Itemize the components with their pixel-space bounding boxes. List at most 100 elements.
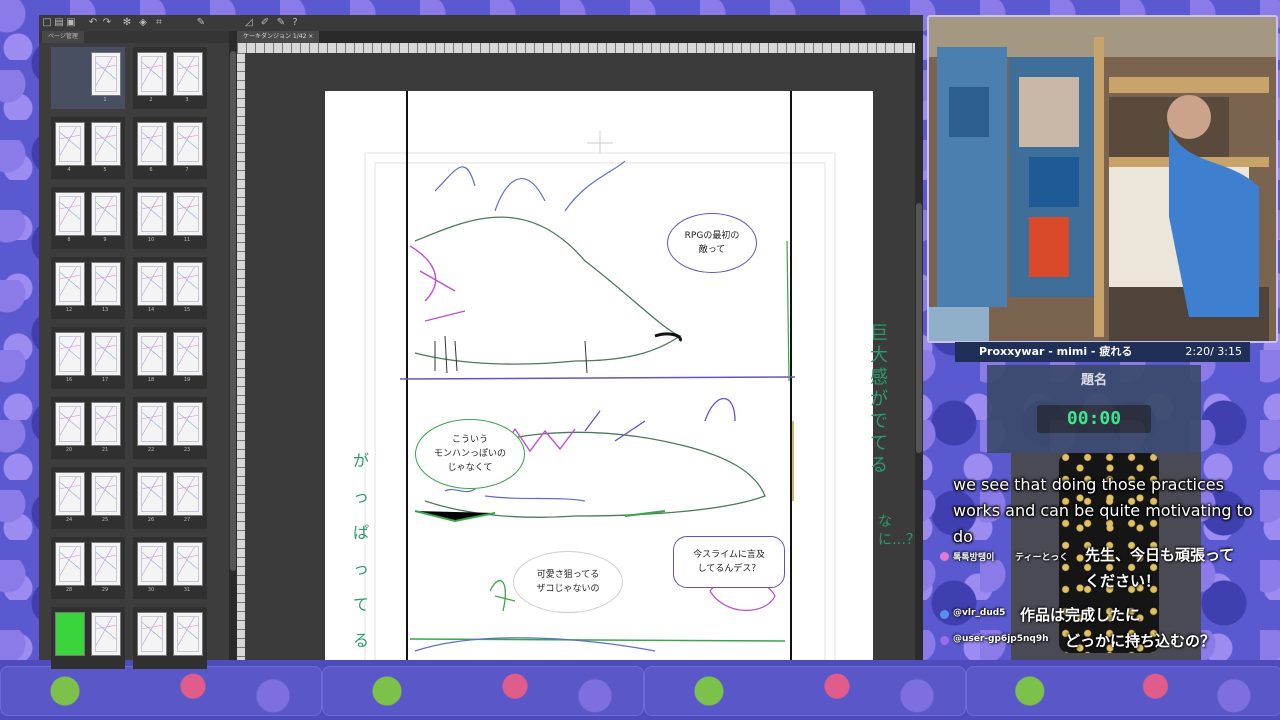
page-spread-thumbnail[interactable] (51, 607, 125, 669)
page-spread-thumbnail[interactable]: 16 17 (51, 327, 125, 389)
document-tab[interactable]: ケーキダンジョン 1/42 × (237, 31, 320, 43)
page-thumbnail[interactable] (137, 192, 167, 236)
page-spread-thumbnail[interactable] (133, 607, 207, 669)
page-thumbnail[interactable] (55, 332, 85, 376)
page-thumbnail[interactable] (173, 612, 203, 656)
brush-icon[interactable]: ✐ (259, 17, 271, 29)
panel-scrollbar[interactable] (229, 31, 237, 660)
margin-note: なに…？ (878, 514, 915, 548)
page-number: 6 (149, 167, 153, 173)
page-thumbnail[interactable] (137, 472, 167, 516)
page-thumbnail[interactable] (91, 542, 121, 586)
page-thumbnail[interactable] (55, 192, 85, 236)
redo-icon[interactable]: ↷ (101, 17, 113, 29)
decor-banner (0, 666, 322, 716)
page-spread-thumbnail[interactable]: 12 13 (51, 257, 125, 319)
page-spread-thumbnail[interactable]: 22 23 (133, 397, 207, 459)
scrollbar-thumb[interactable] (916, 203, 922, 453)
panel-tab[interactable]: ページ管理 (39, 31, 229, 43)
page-spread-thumbnail[interactable]: 30 31 (133, 537, 207, 599)
new-file-icon[interactable]: □ (41, 17, 53, 29)
save-icon[interactable]: ▣ (65, 17, 77, 29)
drawing-app-window: □ ▤ ▣ ↶ ↷ ✻ ◈ ⌗ ✎ ◿ ✐ ✎ ? ページ管理 12345678… (39, 15, 923, 669)
page-thumbnail[interactable] (137, 612, 167, 656)
page-spread-thumbnail[interactable]: 89 (51, 187, 125, 249)
page-spread-thumbnail[interactable]: 67 (133, 117, 207, 179)
page-thumbnail[interactable] (91, 52, 121, 96)
speech-bubble[interactable]: RPGの最初の 敵って (667, 213, 757, 273)
open-icon[interactable]: ▤ (53, 17, 65, 29)
page-spread-thumbnail[interactable]: 45 (51, 117, 125, 179)
manga-page[interactable]: RPGの最初の 敵って こういう モンハンっぽいの じゃなくて 可愛さ狙ってる … (325, 91, 873, 660)
page-number: 12 (65, 307, 73, 313)
margin-note: がっぱってるで (353, 451, 370, 650)
page-spread-thumbnail[interactable]: 1 (51, 47, 125, 109)
pen-icon[interactable]: ✎ (275, 17, 287, 29)
chat-message-text: どっかに持ち込むの？ (1065, 632, 1216, 650)
page-thumbnail[interactable] (91, 192, 121, 236)
page-thumbnail[interactable] (91, 122, 121, 166)
settings-icon[interactable]: ✻ (121, 17, 133, 29)
scrollbar-thumb[interactable] (230, 51, 236, 571)
page-thumbnail[interactable] (137, 332, 167, 376)
page-thumbnail[interactable] (55, 612, 85, 656)
page-thumbnail[interactable] (137, 122, 167, 166)
crop-icon[interactable]: ⌗ (153, 17, 165, 29)
page-number: 30 (147, 587, 155, 593)
chat-message-text: 作品は完成したに (1020, 606, 1141, 624)
ruler-icon[interactable]: ◿ (243, 17, 255, 29)
page-thumbnail[interactable] (91, 262, 121, 306)
page-thumbnail[interactable] (91, 612, 121, 656)
page-number: 10 (147, 237, 155, 243)
page-number: 28 (65, 587, 73, 593)
page-number: 29 (101, 587, 109, 593)
decor-banner (966, 666, 1280, 716)
page-spread-thumbnail[interactable]: 28 29 (51, 537, 125, 599)
bottom-decoration-strip (0, 660, 1280, 720)
chat-message: @vlr_dud5 作品は完成したに (940, 606, 1270, 628)
page-spread-thumbnail[interactable]: 18 19 (133, 327, 207, 389)
page-thumbnail[interactable] (55, 472, 85, 516)
speech-bubble[interactable]: こういう モンハンっぽいの じゃなくて (415, 419, 525, 489)
page-number: 31 (183, 587, 191, 593)
page-thumbnail[interactable] (173, 332, 203, 376)
page-spread-thumbnail[interactable]: 24 25 (51, 467, 125, 529)
pen-icon[interactable]: ✎ (195, 17, 207, 29)
page-thumbnail[interactable] (55, 542, 85, 586)
canvas-scrollbar[interactable] (915, 43, 923, 660)
page-thumbnail[interactable] (137, 402, 167, 446)
page-thumbnail[interactable] (55, 262, 85, 306)
vertical-ruler (237, 53, 245, 660)
page-thumbnail[interactable] (137, 262, 167, 306)
page-thumbnail[interactable] (173, 122, 203, 166)
page-number: 4 (67, 167, 71, 173)
page-number: 27 (183, 517, 191, 523)
page-spread-thumbnail[interactable]: 26 27 (133, 467, 207, 529)
speech-bubble[interactable]: 今スライムに言及 してるんデス？ (673, 536, 785, 588)
fill-icon[interactable]: ◈ (137, 17, 149, 29)
page-thumbnail[interactable] (137, 542, 167, 586)
page-spread-thumbnail[interactable]: 23 (133, 47, 207, 109)
page-thumbnail[interactable] (173, 542, 203, 586)
page-thumbnail[interactable] (173, 262, 203, 306)
page-spread-thumbnail[interactable]: 14 15 (133, 257, 207, 319)
page-thumbnail[interactable] (173, 52, 203, 96)
page-spread-thumbnail[interactable]: 10 11 (133, 187, 207, 249)
page-thumbnail[interactable] (137, 52, 167, 96)
page-thumbnail[interactable] (91, 332, 121, 376)
page-thumbnail[interactable] (173, 472, 203, 516)
page-thumbnail[interactable] (91, 402, 121, 446)
undo-icon[interactable]: ↶ (87, 17, 99, 29)
document-tab-label: ケーキダンジョン 1/42 (243, 33, 307, 40)
page-thumbnail[interactable] (173, 192, 203, 236)
canvas-area[interactable]: RPGの最初の 敵って こういう モンハンっぽいの じゃなくて 可愛さ狙ってる … (245, 53, 915, 660)
page-thumbnail[interactable] (173, 402, 203, 446)
page-thumbnail[interactable] (55, 402, 85, 446)
help-icon[interactable]: ? (289, 17, 301, 29)
page-thumbnail[interactable] (91, 472, 121, 516)
page-spread-thumbnail[interactable]: 20 21 (51, 397, 125, 459)
page-number: 17 (101, 377, 109, 383)
speech-bubble[interactable]: 可愛さ狙ってる ザコじゃないの (513, 551, 623, 613)
page-thumbnail[interactable] (55, 122, 85, 166)
chat-message: 톡톡방탱이 ティーとっく 先生、今日も頑張ってください！ (940, 546, 1270, 598)
